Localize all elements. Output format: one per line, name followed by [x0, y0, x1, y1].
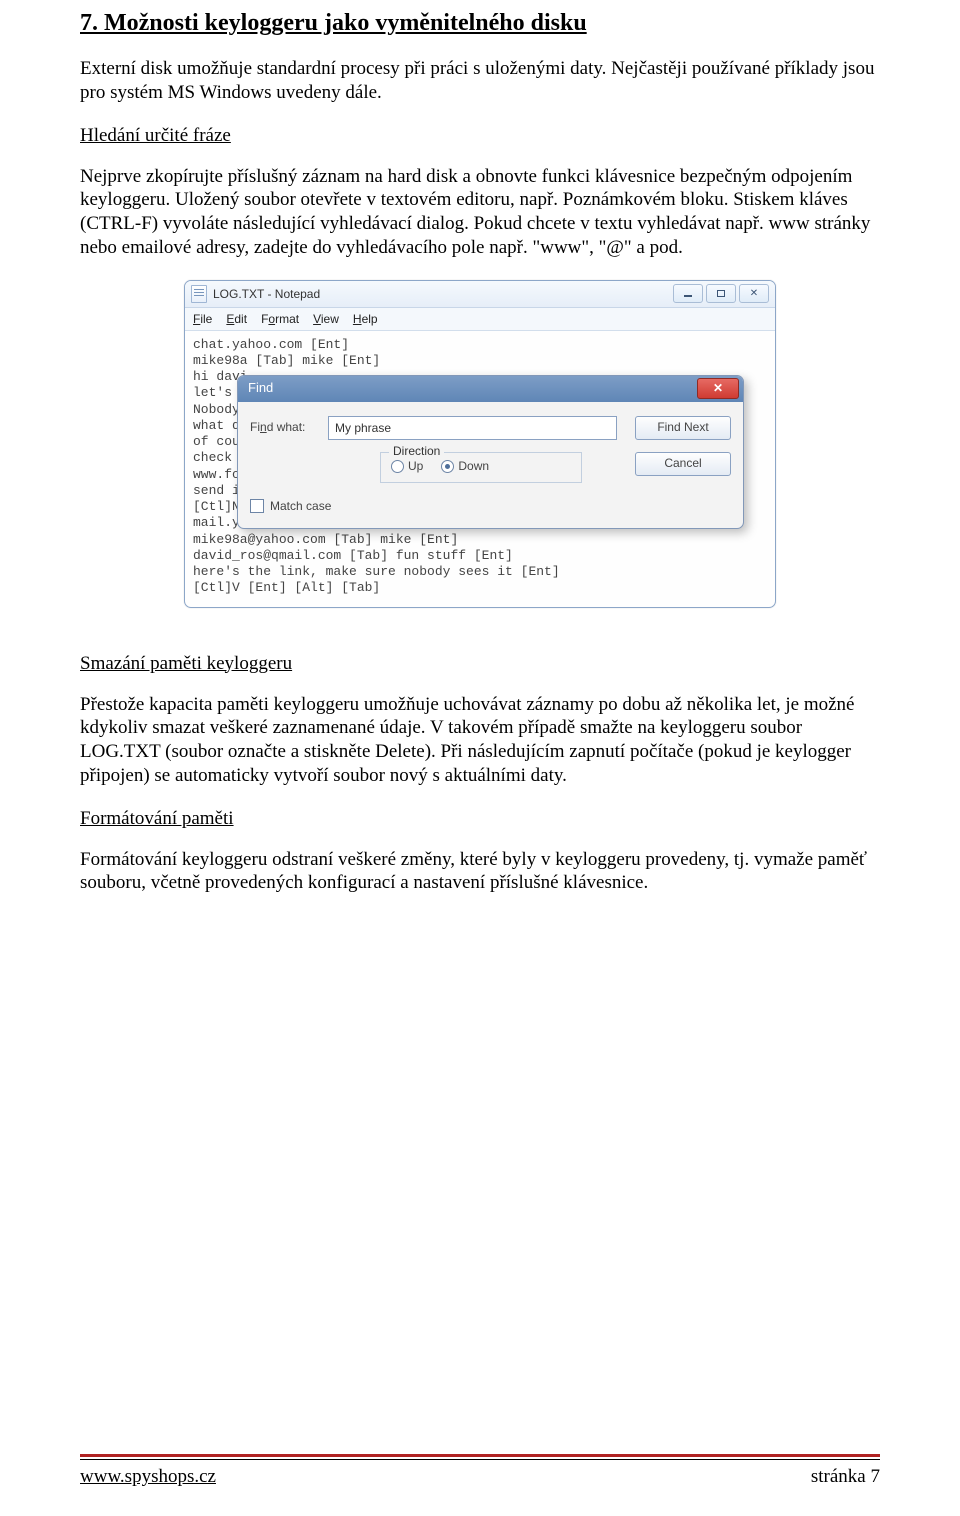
maximize-button[interactable] [706, 284, 736, 303]
footer-page-number: stránka 7 [811, 1466, 880, 1488]
radio-down[interactable]: Down [441, 459, 489, 474]
cancel-button[interactable]: Cancel [635, 452, 731, 476]
notepad-title: LOG.TXT - Notepad [213, 287, 320, 301]
paragraph-intro: Externí disk umožňuje standardní procesy… [80, 57, 880, 105]
notepad-window: LOG.TXT - Notepad File Edit Format View … [184, 280, 776, 608]
screenshot-figure: LOG.TXT - Notepad File Edit Format View … [80, 280, 880, 608]
heading-number: 7. [80, 10, 98, 36]
menu-edit[interactable]: Edit [226, 312, 247, 326]
close-button[interactable] [739, 284, 769, 303]
find-what-input[interactable] [328, 416, 617, 440]
menu-help[interactable]: Help [353, 312, 378, 326]
menu-view[interactable]: View [313, 312, 339, 326]
find-what-label: Find what: [250, 420, 318, 435]
section-heading: 7. Možnosti keyloggeru jako vyměnitelnéh… [80, 10, 880, 37]
paragraph-format: Formátování keyloggeru odstraní veškeré … [80, 848, 880, 896]
find-close-button[interactable]: ✕ [697, 378, 739, 399]
subheading-format: Formátování paměti [80, 808, 880, 830]
direction-group: DirectionUpDown [380, 452, 582, 483]
footer-link[interactable]: www.spyshops.cz [80, 1466, 216, 1488]
menu-file[interactable]: File [193, 312, 212, 326]
page-footer: www.spyshops.cz stránka 7 [80, 1454, 880, 1488]
subheading-delete: Smazání paměti keyloggeru [80, 653, 880, 675]
paragraph-search: Nejprve zkopírujte příslušný záznam na h… [80, 165, 880, 260]
find-next-button[interactable]: Find Next [635, 416, 731, 440]
direction-legend: Direction [389, 444, 444, 459]
radio-up[interactable]: Up [391, 459, 423, 474]
footer-rule-red [80, 1454, 880, 1457]
paragraph-delete: Přestože kapacita paměti keyloggeru umož… [80, 693, 880, 788]
footer-rule-black [80, 1459, 880, 1460]
notepad-text-area[interactable]: chat.yahoo.com [Ent] mike98a [Tab] mike … [185, 331, 775, 607]
notepad-icon [191, 285, 207, 303]
find-titlebar: Find ✕ [238, 376, 743, 402]
find-title: Find [248, 380, 273, 396]
notepad-titlebar: LOG.TXT - Notepad [185, 281, 775, 308]
menu-format[interactable]: Format [261, 312, 299, 326]
heading-text: Možnosti keyloggeru jako vyměnitelného d… [104, 10, 587, 36]
find-dialog: Find ✕ Find what: Find Next DirectionUp Down M… [237, 375, 744, 529]
notepad-menubar: File Edit Format View Help [185, 308, 775, 331]
minimize-button[interactable] [673, 284, 703, 303]
subheading-search: Hledání určité fráze [80, 125, 880, 147]
match-case-checkbox[interactable]: Match case [250, 499, 617, 514]
